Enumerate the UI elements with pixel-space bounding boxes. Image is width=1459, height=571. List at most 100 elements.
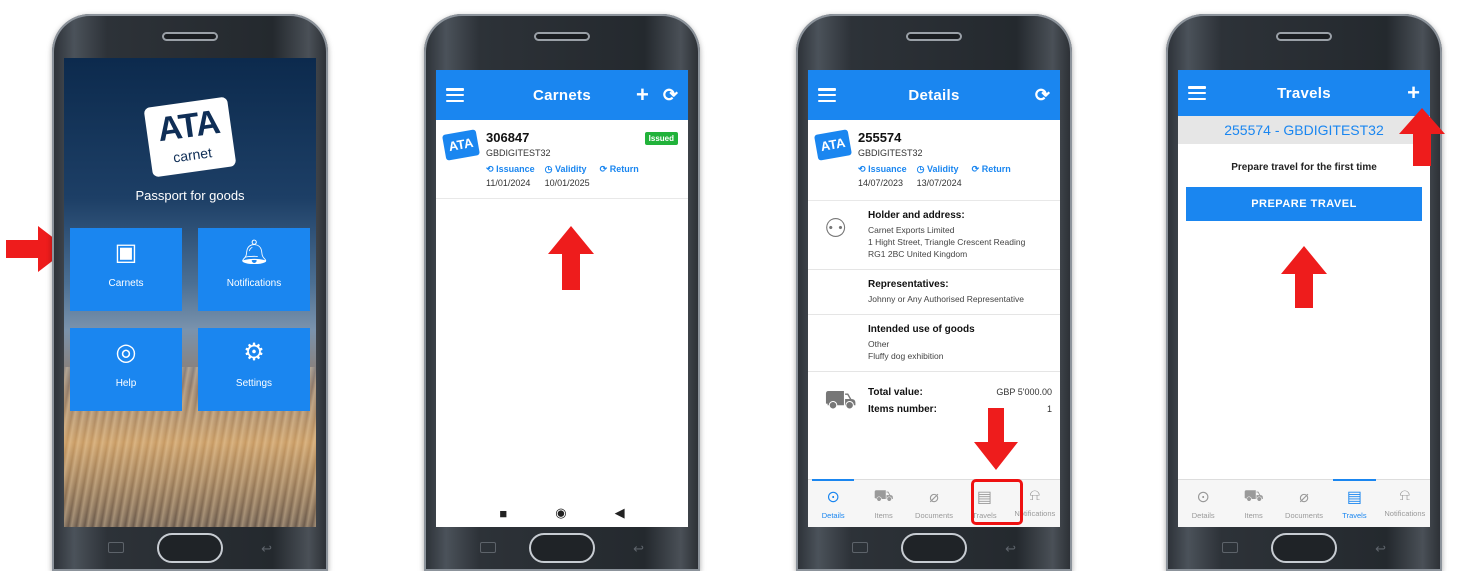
red-arrow-up-icon	[1399, 108, 1445, 166]
home-button[interactable]	[157, 533, 223, 563]
speaker	[1276, 32, 1332, 41]
home-screen: ATA carnet Passport for goods ▣ Carnets …	[64, 58, 316, 527]
hardware-buttons: ↩	[1166, 529, 1442, 565]
tagline: Passport for goods	[135, 188, 245, 203]
page-title: Details	[908, 86, 960, 104]
hardware-buttons: ↩	[796, 529, 1072, 565]
paperclip-icon: ⌀	[1299, 489, 1309, 506]
trolley-icon: ⛟	[873, 488, 894, 505]
ata-carnet-logo: ATA carnet	[143, 96, 237, 178]
tile-help[interactable]: ◎ Help	[70, 328, 182, 411]
red-arrow-up-icon	[1281, 246, 1327, 308]
ata-icon: ATA	[814, 129, 852, 161]
clock-icon: ⟳	[599, 164, 608, 174]
issuance-date: 14/07/2023	[858, 178, 904, 188]
validity-date: 13/07/2024	[916, 178, 962, 188]
phone-details: Details ⟳ ATA 255574 GBDIGITEST32 ⟲ Issu…	[796, 14, 1072, 571]
tab-items[interactable]: ⛟ Items	[858, 480, 908, 527]
lifebuoy-icon: ◎	[115, 339, 137, 366]
representatives-section: Representatives: Johnny or Any Authorise…	[808, 270, 1060, 315]
bell-icon: ⍾	[1399, 487, 1411, 504]
validity-date: 10/01/2025	[544, 178, 590, 188]
travel-document-icon: ▤	[1346, 489, 1362, 506]
trolley-icon: ⛟	[1243, 488, 1264, 505]
clock-icon: ⟲	[858, 164, 866, 174]
ata-icon: ATA	[442, 129, 480, 161]
gear-icon: ⚙	[243, 339, 265, 366]
status-badge: Issued	[644, 132, 678, 145]
issuance-label: Issuance	[496, 164, 535, 174]
bell-icon: 🔔︎	[238, 239, 270, 266]
tutorial-stage: ATA carnet Passport for goods ▣ Carnets …	[0, 0, 1459, 571]
tab-details[interactable]: ⊙ Details	[1178, 480, 1228, 527]
home-button[interactable]	[529, 533, 595, 563]
issuance-date: 11/01/2024	[486, 178, 531, 188]
clock-icon: ◷	[916, 164, 925, 174]
paperclip-icon: ⌀	[929, 489, 939, 506]
sync-icon[interactable]: ⟳	[663, 85, 678, 106]
travels-screen: Travels + 255574 - GBDIGITEST32 Prepare …	[1178, 70, 1430, 527]
carnet-summary: ATA 255574 GBDIGITEST32 ⟲ Issuance 14/07/…	[808, 120, 1060, 201]
person-icon: ⚇	[824, 213, 848, 243]
totals-section: ⛟ Total value: GBP 5'000.00 Items number:…	[808, 372, 1060, 424]
carnets-screen: Carnets + ⟳ ATA 306847 GBDIGITEST32 ⟲ Is…	[436, 70, 688, 527]
clock-icon: ⟲	[486, 164, 494, 174]
phone-carnets: Carnets + ⟳ ATA 306847 GBDIGITEST32 ⟲ Is…	[424, 14, 700, 571]
back-icon[interactable]: ◀	[615, 505, 625, 521]
carnet-ref: GBDIGITEST32	[858, 148, 923, 158]
carnet-header: 255574 - GBDIGITEST32	[1178, 116, 1430, 144]
carnet-number: 306847	[486, 130, 530, 145]
app-bar: Travels +	[1178, 70, 1430, 116]
tab-documents[interactable]: ⌀ Documents	[909, 480, 959, 527]
tab-items[interactable]: ⛟ Items	[1228, 480, 1278, 527]
carnet-ref: GBDIGITEST32	[486, 148, 551, 158]
tab-travels[interactable]: ▤ Travels	[1329, 479, 1379, 527]
red-arrow-down-icon	[974, 408, 1018, 470]
carnet-list-item[interactable]: ATA 306847 GBDIGITEST32 ⟲ Issuance 11/01/…	[436, 120, 688, 199]
tile-carnets[interactable]: ▣ Carnets	[70, 228, 182, 311]
prepare-travel-button[interactable]: PREPARE TRAVEL	[1186, 187, 1422, 221]
trolley-icon: ⛟	[824, 384, 857, 414]
phone-travels: Travels + 255574 - GBDIGITEST32 Prepare …	[1166, 14, 1442, 571]
tile-notifications[interactable]: 🔔︎ Notifications	[198, 228, 310, 311]
menu-icon[interactable]	[446, 88, 464, 102]
carnet-icon: ▣	[114, 239, 138, 266]
holder-section: ⚇ Holder and address: Carnet Exports Lim…	[808, 201, 1060, 270]
home-nav-icon[interactable]: ◉	[555, 505, 566, 521]
tab-notifications[interactable]: ⍾ Notifications	[1380, 480, 1430, 527]
travels-tab-highlight	[971, 479, 1023, 525]
android-nav: ■ ◉ ◀	[436, 499, 688, 527]
prepare-prompt: Prepare travel for the first time	[1231, 162, 1377, 173]
tab-details[interactable]: ⊙ Details	[808, 479, 858, 527]
app-bar: Details ⟳	[808, 70, 1060, 120]
intended-use-section: Intended use of goods Other Fluffy dog e…	[808, 315, 1060, 372]
speaker	[534, 32, 590, 41]
details-screen: Details ⟳ ATA 255574 GBDIGITEST32 ⟲ Issu…	[808, 70, 1060, 527]
phone-home: ATA carnet Passport for goods ▣ Carnets …	[52, 14, 328, 571]
return-label: Return	[609, 164, 639, 174]
speaker	[162, 32, 218, 41]
home-button[interactable]	[1271, 533, 1337, 563]
tile-label: Carnets	[108, 278, 144, 289]
tile-label: Help	[115, 378, 137, 389]
tile-label: Notifications	[226, 278, 282, 289]
menu-icon[interactable]	[818, 88, 836, 102]
add-icon[interactable]: +	[636, 82, 649, 108]
dots-icon: ⊙	[1196, 489, 1210, 506]
red-arrow-up-icon	[548, 226, 594, 290]
hardware-buttons: ↩	[52, 529, 328, 565]
recents-icon[interactable]: ■	[499, 506, 507, 521]
tab-documents[interactable]: ⌀ Documents	[1279, 480, 1329, 527]
sync-icon[interactable]: ⟳	[1035, 85, 1050, 106]
add-icon[interactable]: +	[1407, 80, 1420, 106]
menu-icon[interactable]	[1188, 86, 1206, 100]
validity-label: Validity	[554, 164, 587, 174]
tile-settings[interactable]: ⚙ Settings	[198, 328, 310, 411]
clock-icon: ⟳	[971, 164, 980, 174]
date-row: ⟲ Issuance 11/01/2024 ◷ Validity 10/01/202…	[486, 164, 639, 188]
hardware-buttons: ↩	[424, 529, 700, 565]
speaker	[906, 32, 962, 41]
dots-icon: ⊙	[826, 489, 840, 506]
home-button[interactable]	[901, 533, 967, 563]
home-background: ATA carnet Passport for goods ▣ Carnets …	[64, 58, 316, 527]
